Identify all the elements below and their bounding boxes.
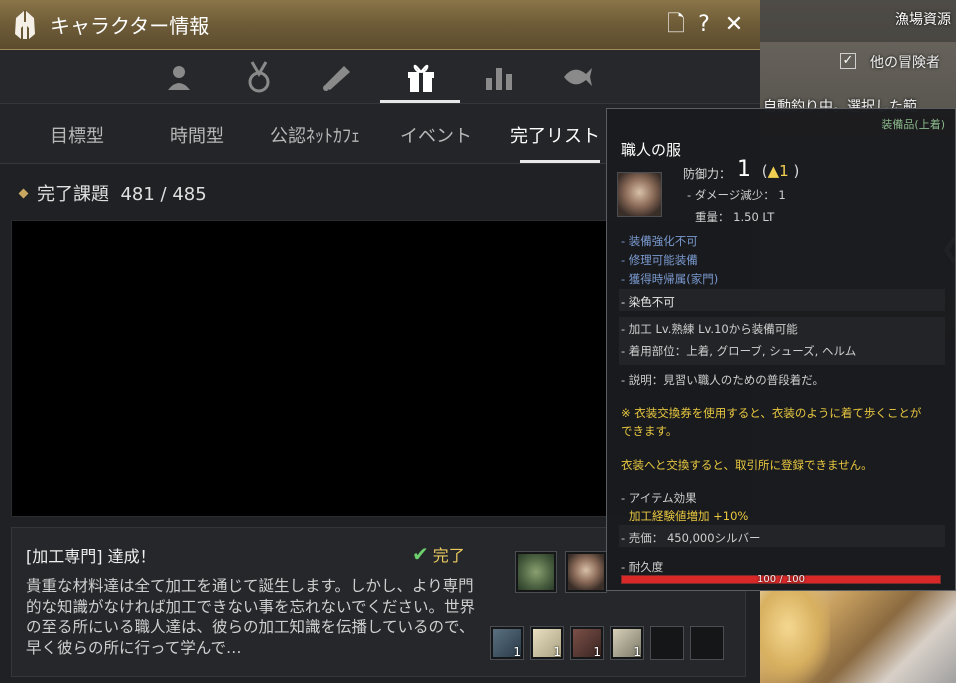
window-title: キャラクター情報 xyxy=(50,14,210,38)
quest-title: [加工専門] 達成！ xyxy=(26,547,156,566)
damage-reduction: - ダメージ減少： 1 xyxy=(687,188,786,202)
defense-upgrade-value: 1 xyxy=(779,162,789,180)
reward-slot-clothes[interactable] xyxy=(565,551,607,593)
defense-upgrade: (▲1 ) xyxy=(757,162,800,180)
reward-count: 1 xyxy=(593,645,601,659)
equip-requirement: - 加工 Lv.熟練 Lv.10から装備可能 xyxy=(621,322,798,336)
other-adventurers-label: 他の冒険者 xyxy=(870,55,940,71)
durability-bar: 100 / 100 xyxy=(621,574,941,585)
scroll-icon[interactable] xyxy=(316,57,358,97)
item-category: 装備品(上着) xyxy=(881,118,945,131)
title-bar[interactable]: キャラクター情報 🗋 ? ✕ xyxy=(0,0,760,50)
durability-label: - 耐久度 xyxy=(621,560,664,574)
item-weight: 重量： 1.50 LT xyxy=(695,210,775,224)
quest-status: ✔ 完了 xyxy=(412,542,465,566)
tab-event[interactable]: イベント xyxy=(400,122,472,148)
profile-icon[interactable] xyxy=(158,57,200,97)
defense-label: 防御力： xyxy=(683,167,732,181)
clothes-icon xyxy=(617,172,662,217)
reward-slot-empty[interactable] xyxy=(650,626,684,660)
reward-count: 1 xyxy=(553,645,561,659)
reward-slot-feather[interactable]: 1 xyxy=(610,626,644,660)
help-button[interactable]: ? xyxy=(692,12,716,38)
tab-net-cafe[interactable]: 公認ﾈｯﾄｶﾌｪ xyxy=(270,122,360,148)
tab-active-indicator xyxy=(520,160,600,163)
completed-label: 完了課題 xyxy=(37,184,109,205)
spartan-helmet-icon xyxy=(15,10,35,39)
reward-count: 1 xyxy=(633,645,641,659)
durability-text: 100 / 100 xyxy=(757,574,805,585)
costume-note-1a: ※ 衣装交換券を使用すると、衣装のように着て歩くことが xyxy=(621,406,922,420)
other-adventurers-checkbox[interactable]: ✓ xyxy=(840,53,856,69)
stats-icon[interactable] xyxy=(478,57,520,97)
quest-description: 貴重な材料達は全て加工を通じて誕生します。しかし、より専門的な知識がなければ加工… xyxy=(26,577,476,657)
category-bar xyxy=(0,50,760,104)
defense-value: 1 xyxy=(737,157,751,182)
tab-completed[interactable]: 完了リスト xyxy=(510,122,600,148)
item-name: 職人の服 xyxy=(621,141,682,159)
attr-enhance: - 装備強化不可 xyxy=(621,234,698,248)
attr-repair: - 修理可能装備 xyxy=(621,253,698,267)
reward-slot-leather[interactable]: 1 xyxy=(570,626,604,660)
effect-value: 加工経験値増加 +10% xyxy=(629,509,749,523)
reward-slot-empty[interactable] xyxy=(690,626,724,660)
completed-value: 481 / 485 xyxy=(120,184,207,205)
dye-info: - 染色不可 xyxy=(621,295,675,309)
costume-note-1b: できます。 xyxy=(621,424,678,438)
character-hair xyxy=(760,590,830,683)
attr-bind: - 獲得時帰属(家門) xyxy=(621,272,719,286)
category-active-indicator xyxy=(380,100,460,103)
item-description: - 説明：見習い職人のための普段着だ。 xyxy=(621,373,824,387)
diamond-icon xyxy=(18,188,29,199)
quest-status-label: 完了 xyxy=(432,546,465,565)
fish-icon[interactable] xyxy=(556,57,598,97)
medal-icon[interactable] xyxy=(238,57,280,97)
close-button[interactable]: ✕ xyxy=(722,12,746,38)
reward-slot-tool[interactable] xyxy=(515,551,557,593)
item-tooltip: 装備品(上着) 職人の服 防御力： 1 (▲1 ) - ダメージ減少： 1 重量… xyxy=(606,108,956,591)
reward-slot-book[interactable]: 1 xyxy=(490,626,524,660)
fishing-resource-title: 漁場資源 xyxy=(895,12,951,28)
completed-count: 完了課題 481 / 485 xyxy=(18,180,207,206)
costume-note-2: 衣装へと交換すると、取引所に登録できません。 xyxy=(621,458,873,472)
check-icon: ✔ xyxy=(412,542,429,566)
reward-slot-paper[interactable]: 1 xyxy=(530,626,564,660)
effect-label: - アイテム効果 xyxy=(621,491,697,505)
equip-slots: - 着用部位：上着, グローブ, シューズ, ヘルム xyxy=(621,344,857,358)
tab-goal[interactable]: 目標型 xyxy=(50,122,104,148)
triangle-up-icon: ▲ xyxy=(767,162,780,180)
tool-icon xyxy=(518,554,554,590)
page-icon[interactable]: 🗋 xyxy=(664,12,688,38)
sell-price: - 売価： 450,000シルバー xyxy=(621,531,761,545)
tab-time[interactable]: 時間型 xyxy=(170,122,224,148)
reward-count: 1 xyxy=(513,645,521,659)
gift-icon[interactable] xyxy=(400,57,442,97)
clothes-icon xyxy=(568,554,604,590)
